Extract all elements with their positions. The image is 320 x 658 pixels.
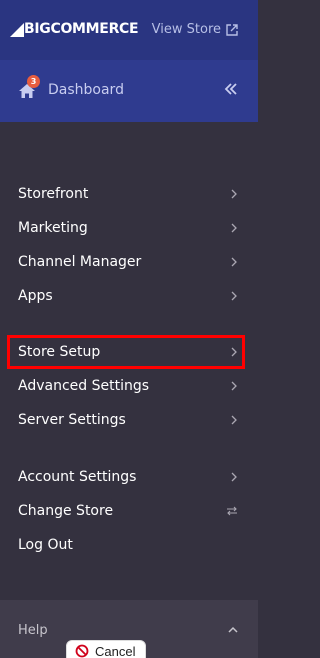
chevron-right-icon xyxy=(231,189,237,199)
chevron-right-icon xyxy=(231,472,237,482)
chevron-right-icon xyxy=(231,415,237,425)
home-icon-wrap: 3 xyxy=(18,75,40,100)
cancel-button[interactable]: Cancel xyxy=(66,640,146,658)
menu-item-advanced-settings[interactable]: Advanced Settings xyxy=(0,371,258,401)
menu-item-label: Server Settings xyxy=(18,412,126,428)
menu-item-label: Apps xyxy=(18,288,53,304)
menu-item-marketing[interactable]: Marketing xyxy=(0,213,258,243)
chevron-right-icon xyxy=(231,257,237,267)
store-setup-highlight xyxy=(7,335,245,369)
menu-item-label: Advanced Settings xyxy=(18,378,150,394)
sidebar-header: BIGCOMMERCE View Store 3 Dashboard xyxy=(0,0,258,122)
view-store-label: View Store xyxy=(151,22,221,37)
collapse-sidebar-icon[interactable] xyxy=(224,82,238,96)
bigcommerce-logo[interactable]: BIGCOMMERCE xyxy=(10,18,139,40)
dashboard-link[interactable]: 3 Dashboard xyxy=(18,75,124,102)
menu-item-label: Change Store xyxy=(18,503,114,519)
logo-text: BIGCOMMERCE xyxy=(24,21,139,37)
help-label: Help xyxy=(18,623,48,638)
chevron-right-icon xyxy=(231,223,237,233)
menu-item-account-settings[interactable]: Account Settings xyxy=(0,462,258,492)
chevron-right-icon xyxy=(231,381,237,391)
menu-item-storefront[interactable]: Storefront xyxy=(0,179,258,209)
menu-item-server-settings[interactable]: Server Settings xyxy=(0,405,258,435)
menu-item-log-out[interactable]: Log Out xyxy=(0,530,258,560)
no-entry-icon xyxy=(75,644,89,658)
view-store-link[interactable]: View Store xyxy=(152,22,238,38)
menu-item-label: Marketing xyxy=(18,220,88,236)
menu-item-change-store[interactable]: Change Store xyxy=(0,496,258,526)
menu-item-label: Log Out xyxy=(18,537,73,553)
external-link-icon xyxy=(226,24,238,36)
notification-badge: 3 xyxy=(27,75,40,88)
swap-icon xyxy=(227,506,237,516)
chevron-right-icon xyxy=(231,291,237,301)
menu-item-channel-manager[interactable]: Channel Manager xyxy=(0,247,258,277)
menu-item-label: Account Settings xyxy=(18,469,137,485)
menu-item-label: Storefront xyxy=(18,186,89,202)
dashboard-label: Dashboard xyxy=(48,82,124,98)
chevron-up-icon xyxy=(228,626,238,633)
menu-item-apps[interactable]: Apps xyxy=(0,281,258,311)
menu-item-label: Channel Manager xyxy=(18,254,142,270)
cancel-label: Cancel xyxy=(95,643,136,658)
